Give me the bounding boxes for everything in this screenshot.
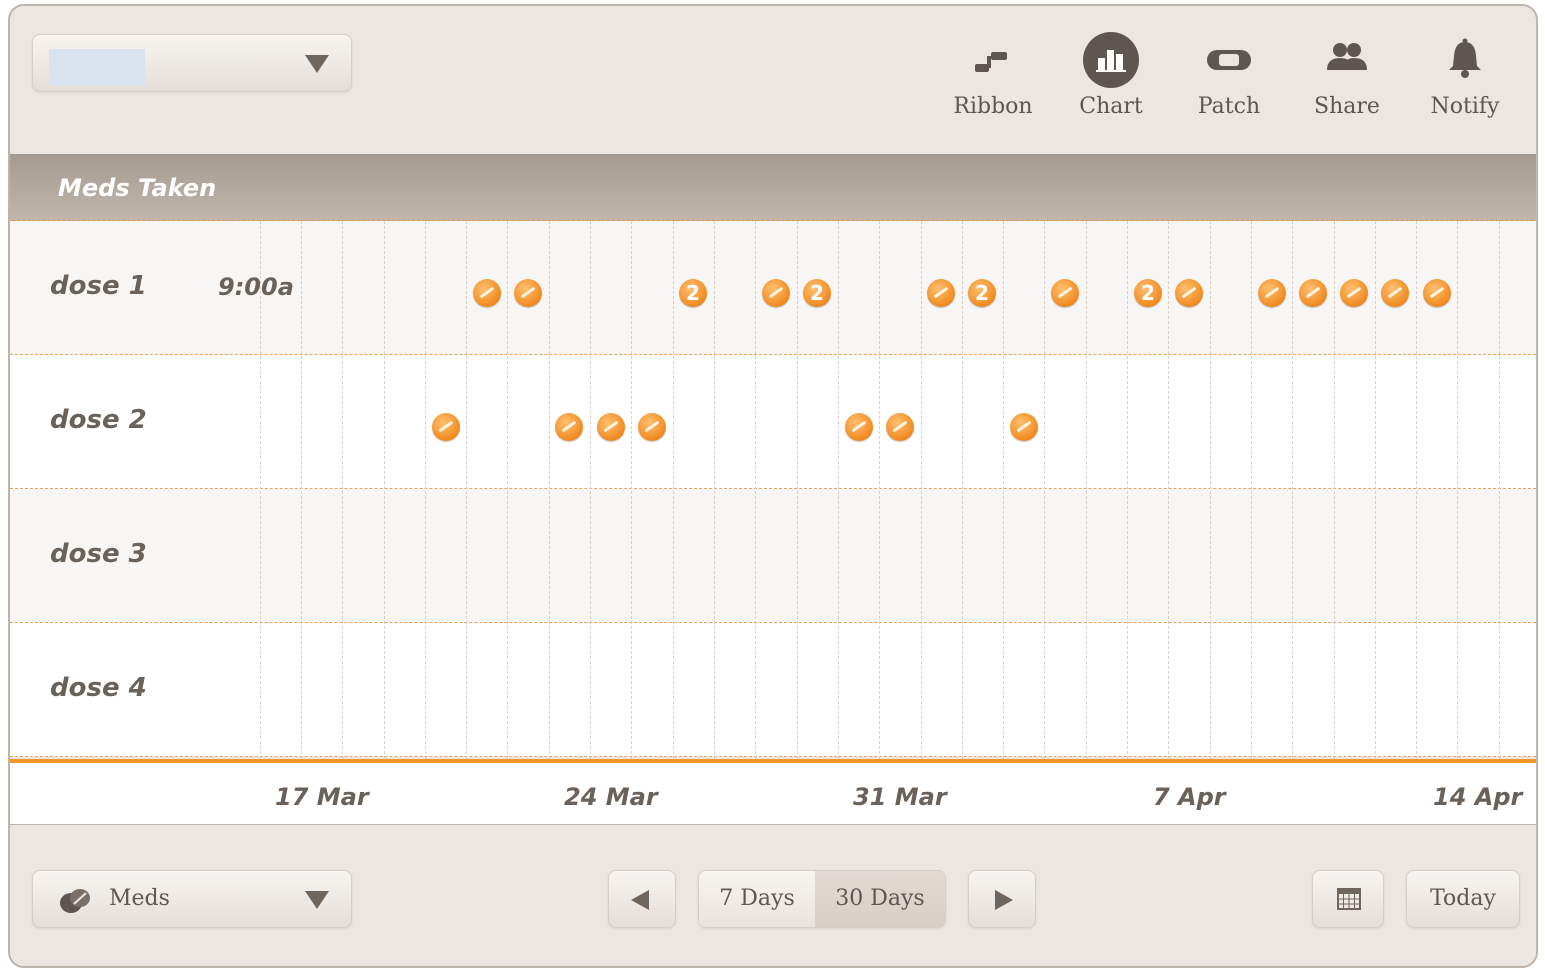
dose-count-label: 2: [1141, 281, 1155, 305]
range-7-days-button[interactable]: 7 Days: [699, 871, 816, 927]
nav-share-button[interactable]: Share: [1292, 30, 1402, 130]
dose-marker-multi[interactable]: 2: [968, 279, 996, 307]
section-title: Meds Taken: [58, 174, 217, 202]
axis-date-label: 14 Apr: [1433, 783, 1523, 811]
arrow-left-icon: [631, 890, 649, 910]
pill-icon[interactable]: [1381, 279, 1409, 307]
dose-count-label: 2: [686, 281, 700, 305]
nav-ribbon-label: Ribbon: [953, 94, 1033, 119]
dose-label: dose 1: [50, 271, 147, 301]
range-30-days-button[interactable]: 30 Days: [815, 871, 945, 927]
prev-period-button[interactable]: [608, 870, 676, 928]
dose-label: dose 4: [50, 673, 147, 703]
top-bar: Ribbon Chart Patch Share Notify: [10, 6, 1536, 155]
pill-icon[interactable]: [473, 279, 501, 307]
arrow-right-icon: [995, 890, 1013, 910]
axis-date-label: 7 Apr: [1153, 783, 1226, 811]
calendar-button[interactable]: [1312, 870, 1384, 928]
pill-icon[interactable]: [886, 413, 914, 441]
nav-notify-label: Notify: [1430, 94, 1500, 119]
pill-icon[interactable]: [432, 413, 460, 441]
pill-icon[interactable]: [1299, 279, 1327, 307]
nav-patch-button[interactable]: Patch: [1174, 30, 1284, 130]
chart-icon: [1081, 30, 1141, 90]
range-toggle: 7 Days 30 Days: [698, 870, 946, 928]
axis-date-label: 31 Mar: [853, 783, 947, 811]
pill-icon[interactable]: [514, 279, 542, 307]
profile-select-value: [49, 49, 145, 85]
dose-row-3: dose 3: [10, 489, 1536, 623]
bell-icon: [1435, 30, 1495, 90]
app-window: Ribbon Chart Patch Share Notify Meds Tak…: [8, 4, 1538, 968]
share-icon: [1317, 30, 1377, 90]
dose-count-label: 2: [810, 281, 824, 305]
nav-ribbon-button[interactable]: Ribbon: [938, 30, 1048, 130]
axis-date-label: 17 Mar: [275, 783, 369, 811]
dose-marker-multi[interactable]: 2: [1134, 279, 1162, 307]
axis-date-label: 24 Mar: [564, 783, 658, 811]
dose-marker-multi[interactable]: 2: [679, 279, 707, 307]
profile-select[interactable]: [32, 34, 352, 92]
pill-icon[interactable]: [762, 279, 790, 307]
next-period-button[interactable]: [968, 870, 1036, 928]
calendar-icon: [1337, 888, 1361, 910]
bottom-bar: Meds 7 Days 30 Days Today: [10, 826, 1536, 966]
date-axis: 17 Mar 24 Mar 31 Mar 7 Apr 14 Apr: [10, 759, 1536, 825]
nav-patch-label: Patch: [1197, 94, 1261, 119]
meds-select-label: Meds: [109, 886, 170, 911]
today-button[interactable]: Today: [1406, 870, 1520, 928]
pills-icon: [59, 887, 91, 915]
pill-icon[interactable]: [1258, 279, 1286, 307]
chevron-down-icon: [305, 55, 329, 73]
pill-icon[interactable]: [845, 413, 873, 441]
nav-chart-button[interactable]: Chart: [1056, 30, 1166, 130]
pill-icon[interactable]: [597, 413, 625, 441]
pill-icon[interactable]: [1175, 279, 1203, 307]
nav-share-label: Share: [1314, 94, 1380, 119]
pill-icon[interactable]: [1010, 413, 1038, 441]
pill-icon[interactable]: [555, 413, 583, 441]
pill-icon[interactable]: [638, 413, 666, 441]
dose-time: 9:00a: [218, 273, 294, 301]
dose-count-label: 2: [975, 281, 989, 305]
dose-row-2: dose 2: [10, 355, 1536, 489]
nav-chart-label: Chart: [1079, 94, 1143, 119]
dose-grid: dose 1 9:00a dose 2 dose 3 dose 4 2 2 2 2: [10, 221, 1536, 759]
ribbon-icon: [963, 30, 1023, 90]
patch-icon: [1199, 30, 1259, 90]
pill-icon[interactable]: [1423, 279, 1451, 307]
dose-marker-multi[interactable]: 2: [803, 279, 831, 307]
meds-select[interactable]: Meds: [32, 870, 352, 928]
pill-icon[interactable]: [1340, 279, 1368, 307]
dose-label: dose 3: [50, 539, 147, 569]
pill-icon[interactable]: [927, 279, 955, 307]
nav-notify-button[interactable]: Notify: [1410, 30, 1520, 130]
section-header: Meds Taken: [10, 154, 1536, 221]
dose-label: dose 2: [50, 405, 147, 435]
dose-row-4: dose 4: [10, 623, 1536, 757]
pill-icon[interactable]: [1051, 279, 1079, 307]
chevron-down-icon: [305, 891, 329, 909]
